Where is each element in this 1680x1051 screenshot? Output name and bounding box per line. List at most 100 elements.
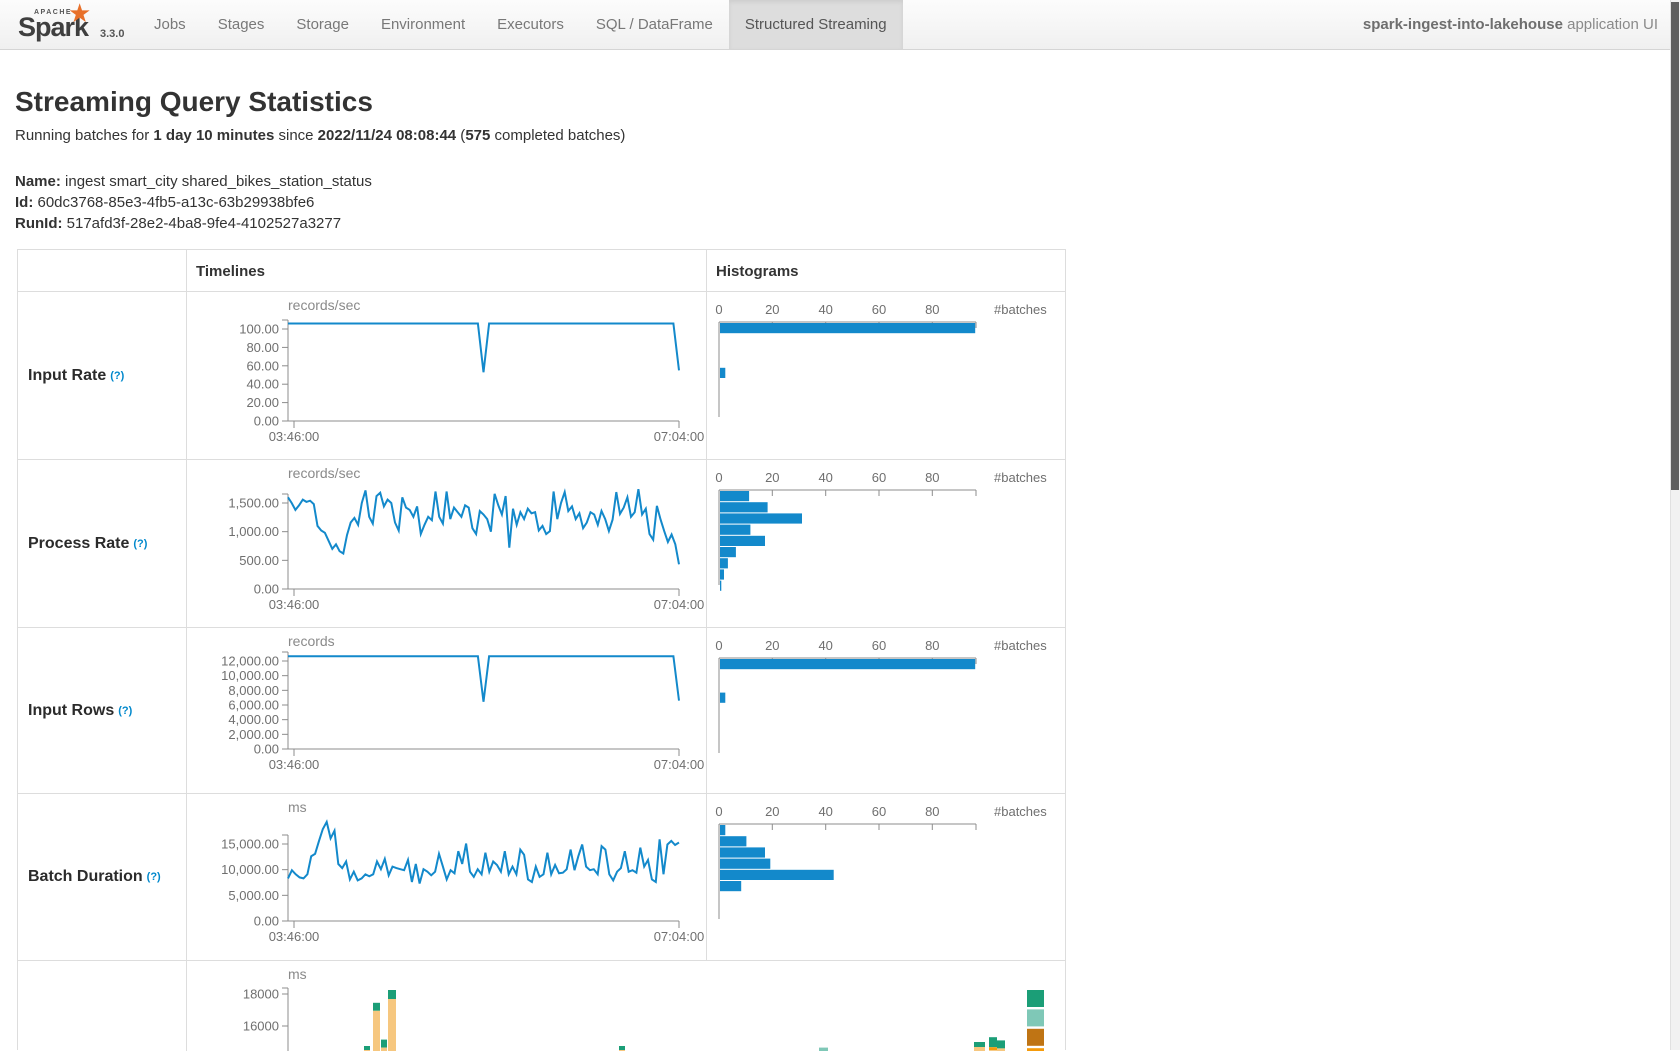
operation-duration-cell: ms180001600014000 (187, 961, 1065, 1051)
svg-text:#batches: #batches (994, 470, 1047, 485)
row-label-batch-duration: Batch Duration (?) (18, 794, 187, 960)
svg-text:20: 20 (765, 302, 779, 317)
process-rate-help-icon[interactable]: (?) (133, 538, 147, 550)
id-value: 60dc3768-85e3-4fb5-a13c-63b29938bfe6 (33, 194, 314, 211)
svg-text:40: 40 (818, 470, 832, 485)
batch-duration-histogram-cell: 020406080#batches (707, 794, 1065, 960)
svg-text:12,000.00: 12,000.00 (221, 654, 279, 669)
svg-text:07:04:00: 07:04:00 (654, 597, 705, 612)
batch-duration-help-icon[interactable]: (?) (147, 871, 161, 883)
input-rate-timeline-chart: records/sec100.0080.0060.0040.0020.000.0… (187, 292, 707, 460)
process-rate-label: Process Rate (28, 535, 129, 553)
input-rate-help-icon[interactable]: (?) (110, 370, 124, 382)
svg-text:500.00: 500.00 (239, 553, 279, 568)
svg-text:2,000.00: 2,000.00 (228, 727, 279, 742)
application-suffix: application UI (1563, 16, 1658, 33)
table-header-row: Timelines Histograms (18, 250, 1065, 292)
svg-text:10,000.00: 10,000.00 (221, 668, 279, 683)
runid-value: 517afd3f-28e2-4ba8-9fe4-4102527a3277 (62, 215, 341, 232)
svg-text:1,000.00: 1,000.00 (228, 524, 279, 539)
scrollbar-thumb[interactable] (1671, 2, 1679, 490)
svg-text:15,000.00: 15,000.00 (221, 837, 279, 852)
query-runid-row: RunId: 517afd3f-28e2-4ba8-9fe4-4102527a3… (15, 213, 372, 234)
svg-text:1,500.00: 1,500.00 (228, 496, 279, 511)
svg-text:0: 0 (715, 638, 722, 653)
row-label-process-rate: Process Rate (?) (18, 460, 187, 627)
svg-text:8,000.00: 8,000.00 (228, 683, 279, 698)
spark-star-icon: ★ (68, 0, 91, 29)
tab-structured-streaming[interactable]: Structured Streaming (729, 0, 903, 49)
input-rows-histogram-cell: 020406080#batches (707, 628, 1065, 793)
header-timelines: Timelines (187, 250, 707, 292)
svg-text:80: 80 (925, 638, 939, 653)
nav-tabs: Jobs Stages Storage Environment Executor… (138, 0, 903, 49)
svg-text:0: 0 (715, 470, 722, 485)
row-label-input-rows: Input Rows (?) (18, 628, 187, 793)
svg-text:6,000.00: 6,000.00 (228, 698, 279, 713)
application-name: spark-ingest-into-lakehouse (1363, 16, 1563, 33)
running-paren: ( (456, 127, 465, 144)
batch-duration-label: Batch Duration (28, 868, 143, 886)
tab-stages[interactable]: Stages (202, 0, 281, 49)
tab-storage[interactable]: Storage (280, 0, 365, 49)
svg-text:03:46:00: 03:46:00 (269, 597, 320, 612)
query-id-row: Id: 60dc3768-85e3-4fb5-a13c-63b29938bfe6 (15, 192, 372, 213)
svg-text:0: 0 (715, 804, 722, 819)
name-value: ingest smart_city shared_bikes_station_s… (61, 173, 372, 190)
runid-label: RunId: (15, 215, 62, 232)
completed-batches-count: 575 (465, 127, 490, 144)
statistics-table: Timelines Histograms Input Rate (?) reco… (17, 249, 1066, 1050)
svg-text:records: records (288, 633, 335, 649)
svg-text:60.00: 60.00 (246, 358, 279, 373)
spark-logo[interactable]: APACHE Spark ★ 3.3.0 (12, 2, 132, 48)
svg-text:ms: ms (288, 966, 307, 982)
svg-text:40.00: 40.00 (246, 377, 279, 392)
input-rate-label: Input Rate (28, 367, 106, 385)
input-rows-timeline-cell: records 12,000.0010,000.008,000.006,000.0… (187, 628, 707, 793)
svg-text:40: 40 (818, 804, 832, 819)
running-mid: since (274, 127, 317, 144)
tab-jobs[interactable]: Jobs (138, 0, 202, 49)
table-row: Input Rows (?) records 12,000.0010,000.00… (18, 628, 1065, 794)
svg-text:80: 80 (925, 470, 939, 485)
svg-text:10,000.00: 10,000.00 (221, 862, 279, 877)
svg-text:0.00: 0.00 (254, 914, 279, 929)
input-rows-histogram-chart: 020406080#batches (707, 628, 1065, 794)
table-row: ms180001600014000 (18, 961, 1065, 1051)
tab-sql-dataframe[interactable]: SQL / DataFrame (580, 0, 729, 49)
tab-executors[interactable]: Executors (481, 0, 580, 49)
running-duration: 1 day 10 minutes (153, 127, 274, 144)
svg-text:18000: 18000 (243, 987, 279, 1002)
svg-text:100.00: 100.00 (239, 322, 279, 337)
process-rate-timeline-cell: records/sec1,500.001,000.00500.000.0003:… (187, 460, 707, 627)
svg-text:0.00: 0.00 (254, 742, 279, 757)
svg-text:16000: 16000 (243, 1019, 279, 1034)
svg-text:07:04:00: 07:04:00 (654, 929, 705, 944)
svg-text:0: 0 (715, 302, 722, 317)
svg-text:0.00: 0.00 (254, 582, 279, 597)
operation-duration-chart: ms180001600014000 (187, 961, 1065, 1051)
spark-version: 3.3.0 (100, 28, 124, 40)
scrollbar-track[interactable] (1670, 0, 1680, 1050)
process-rate-histogram-cell: 020406080#batches (707, 460, 1065, 627)
svg-text:60: 60 (872, 470, 886, 485)
input-rows-help-icon[interactable]: (?) (118, 705, 132, 717)
header-histograms: Histograms (707, 250, 1065, 292)
batch-duration-histogram-chart: 020406080#batches (707, 794, 1065, 961)
input-rate-histogram-chart: 020406080#batches (707, 292, 1065, 460)
table-row: Batch Duration (?) ms15,000.0010,000.005… (18, 794, 1065, 961)
row-label-operation-duration (18, 961, 187, 1051)
process-rate-histogram-chart: 020406080#batches (707, 460, 1065, 628)
svg-text:#batches: #batches (994, 638, 1047, 653)
row-label-input-rate: Input Rate (?) (18, 292, 187, 459)
svg-text:07:04:00: 07:04:00 (654, 429, 705, 444)
running-prefix: Running batches for (15, 127, 153, 144)
page-title: Streaming Query Statistics (15, 86, 373, 118)
svg-text:60: 60 (872, 302, 886, 317)
table-row: Process Rate (?) records/sec1,500.001,00… (18, 460, 1065, 628)
svg-text:0.00: 0.00 (254, 414, 279, 429)
svg-text:40: 40 (818, 638, 832, 653)
svg-text:60: 60 (872, 804, 886, 819)
svg-text:80.00: 80.00 (246, 340, 279, 355)
tab-environment[interactable]: Environment (365, 0, 481, 49)
